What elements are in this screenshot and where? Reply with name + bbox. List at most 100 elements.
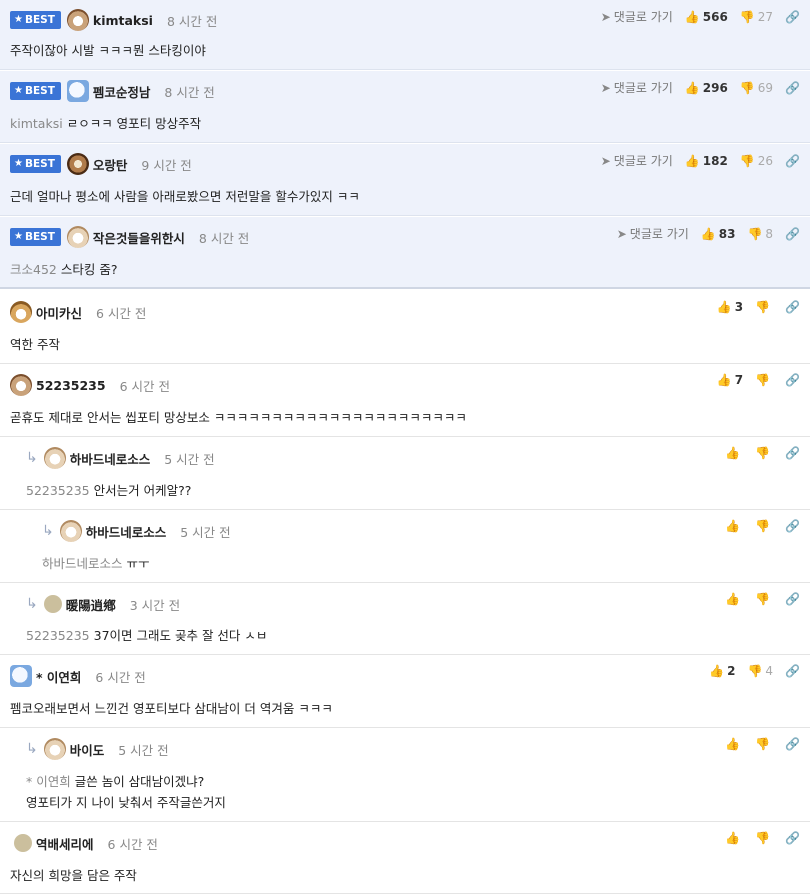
upvote-button[interactable]: 👍 3 xyxy=(717,300,743,314)
comment-author[interactable]: 하바드네로소스 xyxy=(86,522,167,541)
link-icon[interactable]: 🔗 xyxy=(785,154,800,168)
best-comment: ★ BEST 오랑탄 9 시간 전 ➤ 댓글로 가기 👍 182 👎 26 🔗 근데 얼… xyxy=(0,144,810,216)
link-icon[interactable]: 🔗 xyxy=(785,592,800,606)
comment-time: 6 시간 전 xyxy=(96,305,147,321)
thumb-up-icon: 👍 xyxy=(725,737,741,751)
best-badge: ★ BEST xyxy=(10,155,61,173)
comment-author[interactable]: 펨코순정남 xyxy=(93,82,151,101)
upvote-button[interactable]: 👍 xyxy=(725,592,743,606)
downvote-button[interactable]: 👎 xyxy=(755,373,773,387)
comment-text: 크소452 스타킹 줌? xyxy=(10,262,118,277)
comment-author[interactable]: 바이도 xyxy=(70,740,105,759)
avatar xyxy=(14,834,32,852)
upvote-button[interactable]: 👍 566 xyxy=(685,10,728,24)
comment-text: kimtaksi ㄹㅇㅋㅋ 영포티 망상주작 xyxy=(10,116,202,131)
comment-author[interactable]: * 이연희 xyxy=(36,667,81,686)
reply-comment: ↳ 暖陽逍鄕 3 시간 전 👍 👎 🔗 52235235 37이면 그래도 곶추 … xyxy=(0,584,810,655)
upvote-button[interactable]: 👍 xyxy=(725,446,743,460)
link-icon[interactable]: 🔗 xyxy=(785,300,800,314)
link-icon[interactable]: 🔗 xyxy=(785,831,800,845)
downvote-button[interactable]: 👎 xyxy=(755,737,773,751)
link-icon[interactable]: 🔗 xyxy=(785,664,800,678)
upvote-button[interactable]: 👍 182 xyxy=(685,154,728,168)
comment-text: 자신의 희망을 담은 주작 xyxy=(10,868,137,883)
upvote-button[interactable]: 👍 xyxy=(725,519,743,533)
comment-time: 5 시간 전 xyxy=(164,451,215,467)
thumb-up-icon: 👍 xyxy=(684,9,700,24)
thumb-up-icon: 👍 xyxy=(725,446,741,460)
goto-reply-link[interactable]: ➤ 댓글로 가기 xyxy=(601,79,673,96)
upvote-button[interactable]: 👍 xyxy=(725,831,743,845)
mention[interactable]: * 이연희 xyxy=(26,774,71,789)
comment-text: 펨코오래보면서 느낀건 영포티보다 삼대남이 더 역겨움 ㅋㅋㅋ xyxy=(10,701,333,716)
comment-text: 곧휴도 제대로 안서는 씹포티 망상보소 ㅋㅋㅋㅋㅋㅋㅋㅋㅋㅋㅋㅋㅋㅋㅋㅋㅋㅋㅋ… xyxy=(10,410,467,425)
comment: 아미카신 6 시간 전 👍 3 👎 🔗 역한 주작 xyxy=(0,292,810,364)
downvote-button[interactable]: 👎 4 xyxy=(747,664,773,678)
mention[interactable]: 52235235 xyxy=(26,483,90,498)
avatar xyxy=(43,738,66,760)
link-icon[interactable]: 🔗 xyxy=(785,227,800,241)
thumb-down-icon: 👎 xyxy=(747,226,763,241)
comment-text: * 이연희 글쓴 놈이 삼대남이겠냐? xyxy=(26,774,205,789)
link-icon[interactable]: 🔗 xyxy=(785,10,800,24)
downvote-button[interactable]: 👎 27 xyxy=(740,10,773,24)
thumb-down-icon: 👎 xyxy=(755,373,771,387)
upvote-button[interactable]: 👍 7 xyxy=(717,373,743,387)
avatar xyxy=(10,665,32,687)
comment-author[interactable]: 오랑탄 xyxy=(93,155,128,174)
mention[interactable]: kimtaksi xyxy=(10,116,63,131)
reply-comment: ↳ 바이도 5 시간 전 👍 👎 🔗 * 이연희 글쓴 놈이 삼대남이겠냐? 영포… xyxy=(0,729,810,822)
link-icon[interactable]: 🔗 xyxy=(785,81,800,95)
reply-arrow-icon: ↳ xyxy=(42,523,54,539)
link-icon[interactable]: 🔗 xyxy=(785,373,800,387)
mention[interactable]: 크소452 xyxy=(10,262,57,277)
star-icon: ★ xyxy=(14,231,23,242)
downvote-button[interactable]: 👎 xyxy=(755,300,773,314)
upvote-button[interactable]: 👍 296 xyxy=(685,81,728,95)
link-icon[interactable]: 🔗 xyxy=(785,446,800,460)
downvote-button[interactable]: 👎 8 xyxy=(747,227,773,241)
best-comment: ★ BEST 펨코순정남 8 시간 전 ➤ 댓글로 가기 👍 296 👎 69 🔗 ki… xyxy=(0,71,810,143)
comment-author[interactable]: 하바드네로소스 xyxy=(70,449,151,468)
comment-text-line2: 영포티가 지 나이 낮춰서 주작글쓴거지 xyxy=(26,795,226,810)
downvote-button[interactable]: 👎 xyxy=(755,519,773,533)
best-comment: ★ BEST kimtaksi 8 시간 전 ➤ 댓글로 가기 👍 566 👎 27 🔗… xyxy=(0,0,810,70)
link-icon[interactable]: 🔗 xyxy=(785,519,800,533)
comment-author[interactable]: 역배세리에 xyxy=(36,834,94,853)
upvote-button[interactable]: 👍 xyxy=(725,737,743,751)
thumb-up-icon: 👍 xyxy=(716,300,732,314)
downvote-button[interactable]: 👎 69 xyxy=(740,81,773,95)
goto-reply-link[interactable]: ➤ 댓글로 가기 xyxy=(601,152,673,169)
mention[interactable]: 52235235 xyxy=(26,628,90,643)
reply-arrow-icon: ↳ xyxy=(26,741,38,757)
thumb-up-icon: 👍 xyxy=(725,831,741,845)
thumb-up-icon: 👍 xyxy=(684,80,700,95)
reply-comment: ↳ 하바드네로소스 5 시간 전 👍 👎 🔗 52235235 안서는거 어케알?… xyxy=(0,438,810,510)
comment-author[interactable]: 아미카신 xyxy=(36,303,82,322)
downvote-button[interactable]: 👎 xyxy=(755,592,773,606)
reply-arrow-icon: ↳ xyxy=(26,596,38,612)
mention[interactable]: 하바드네로소스 xyxy=(42,556,123,571)
thumb-down-icon: 👎 xyxy=(755,592,771,606)
star-icon: ★ xyxy=(14,85,23,96)
comment-text: 근데 얼마나 평소에 사람을 아래로봤으면 저런말을 할수가있지 ㅋㅋ xyxy=(10,189,360,204)
best-badge: ★ BEST xyxy=(10,82,61,100)
downvote-button[interactable]: 👎 26 xyxy=(740,154,773,168)
goto-reply-link[interactable]: ➤ 댓글로 가기 xyxy=(617,225,689,242)
downvote-button[interactable]: 👎 xyxy=(755,831,773,845)
comment-time: 5 시간 전 xyxy=(118,742,169,758)
comment-author[interactable]: 52235235 xyxy=(36,378,106,393)
thumb-down-icon: 👎 xyxy=(755,737,771,751)
comment-author[interactable]: 暖陽逍鄕 xyxy=(66,595,116,614)
comment-time: 8 시간 전 xyxy=(166,13,218,29)
upvote-button[interactable]: 👍 83 xyxy=(701,227,736,241)
upvote-button[interactable]: 👍 2 xyxy=(709,664,735,678)
comment-time: 9 시간 전 xyxy=(141,157,192,173)
goto-reply-link[interactable]: ➤ 댓글로 가기 xyxy=(601,8,673,25)
comment-author[interactable]: 작은것들을위한시 xyxy=(93,228,185,247)
comment-author[interactable]: kimtaksi xyxy=(93,13,153,28)
comment-time: 6 시간 전 xyxy=(119,378,170,394)
reply-comment: ↳ 하바드네로소스 5 시간 전 👍 👎 🔗 하바드네로소스 ㅠㅜ xyxy=(0,511,810,583)
link-icon[interactable]: 🔗 xyxy=(785,737,800,751)
downvote-button[interactable]: 👎 xyxy=(755,446,773,460)
